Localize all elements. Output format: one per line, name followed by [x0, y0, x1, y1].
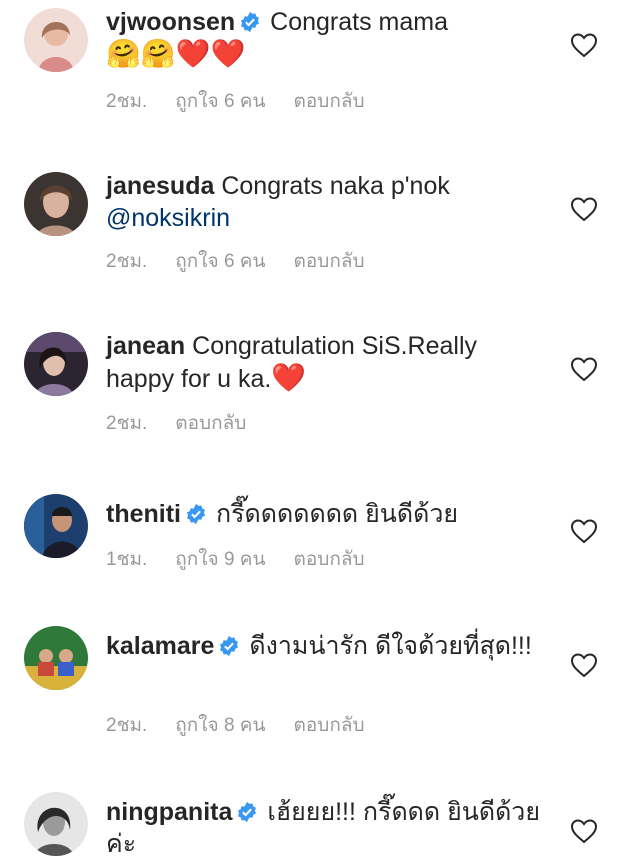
verified-badge-icon	[236, 801, 258, 823]
heart-outline-icon[interactable]	[570, 32, 598, 58]
comment-username[interactable]: janean	[106, 332, 185, 360]
comment-time: 2ชม.	[106, 91, 148, 112]
comment-meta: 2ชม. ถูกใจ 8 คน ตอบกลับ	[106, 714, 393, 738]
comment-body: kalamare ดีงามน่ารัก ดีใจด้วยที่สุด!!!	[106, 630, 546, 662]
comment-username[interactable]: vjwoonsen	[106, 8, 235, 36]
avatar[interactable]	[24, 792, 88, 856]
comment-username[interactable]: ningpanita	[106, 798, 232, 826]
comment-time: 2ชม.	[106, 715, 148, 736]
verified-badge-icon	[239, 11, 261, 33]
reply-button[interactable]: ตอบกลับ	[175, 413, 246, 434]
comment-emojis: ❤️	[271, 361, 307, 394]
reply-button[interactable]: ตอบกลับ	[294, 251, 365, 272]
comment-time: 2ชม.	[106, 413, 148, 434]
comment-username[interactable]: janesuda	[106, 172, 214, 200]
comment-likes[interactable]: ถูกใจ 8 คน	[175, 715, 265, 736]
comment-meta: 2ชม. ตอบกลับ	[106, 412, 274, 436]
comment-meta: 2ชม. ถูกใจ 6 คน ตอบกลับ	[106, 250, 393, 274]
verified-badge-icon	[218, 635, 240, 657]
comment-text: Congrats mama	[270, 8, 448, 36]
comment-body: janean Congratulation SiS.Really happy f…	[106, 330, 546, 395]
comment-text: Congrats naka p'nok	[221, 172, 450, 200]
reply-button[interactable]: ตอบกลับ	[294, 549, 365, 570]
comment-time: 2ชม.	[106, 251, 148, 272]
comment-text: ดีงามน่ารัก ดีใจด้วยที่สุด!!!	[249, 632, 532, 660]
comment-body: ningpanita เฮ้ยยย!!! กรี๊ดดด ยินดีด้วยค่…	[106, 796, 546, 860]
comment-emojis: 🤗🤗❤️❤️	[106, 37, 246, 70]
avatar[interactable]	[24, 8, 88, 72]
comment-likes[interactable]: ถูกใจ 6 คน	[175, 91, 265, 112]
comment-likes[interactable]: ถูกใจ 9 คน	[175, 549, 265, 570]
heart-outline-icon[interactable]	[570, 356, 598, 382]
heart-outline-icon[interactable]	[570, 818, 598, 844]
comment-body: theniti กรี๊ดดดดดดด ยินดีด้วย	[106, 498, 546, 530]
comment-body: vjwoonsen Congrats mama 🤗🤗❤️❤️	[106, 6, 546, 71]
mention-link[interactable]: @noksikrin	[106, 204, 230, 232]
comment-username[interactable]: kalamare	[106, 632, 214, 660]
comment-meta: 1ชม. ถูกใจ 9 คน ตอบกลับ	[106, 548, 393, 572]
avatar[interactable]	[24, 332, 88, 396]
comment-meta: 2ชม. ถูกใจ 6 คน ตอบกลับ	[106, 90, 393, 114]
heart-outline-icon[interactable]	[570, 652, 598, 678]
heart-outline-icon[interactable]	[570, 518, 598, 544]
avatar[interactable]	[24, 494, 88, 558]
avatar[interactable]	[24, 172, 88, 236]
verified-badge-icon	[185, 503, 207, 525]
comment-time: 1ชม.	[106, 549, 148, 570]
comment-likes[interactable]: ถูกใจ 6 คน	[175, 251, 265, 272]
comment-username[interactable]: theniti	[106, 500, 181, 528]
avatar[interactable]	[24, 626, 88, 690]
reply-button[interactable]: ตอบกลับ	[294, 91, 365, 112]
comment-body: janesuda Congrats naka p'nok @noksikrin	[106, 170, 546, 234]
reply-button[interactable]: ตอบกลับ	[294, 715, 365, 736]
heart-outline-icon[interactable]	[570, 196, 598, 222]
comment-text: กรี๊ดดดดดดด ยินดีด้วย	[215, 500, 459, 528]
